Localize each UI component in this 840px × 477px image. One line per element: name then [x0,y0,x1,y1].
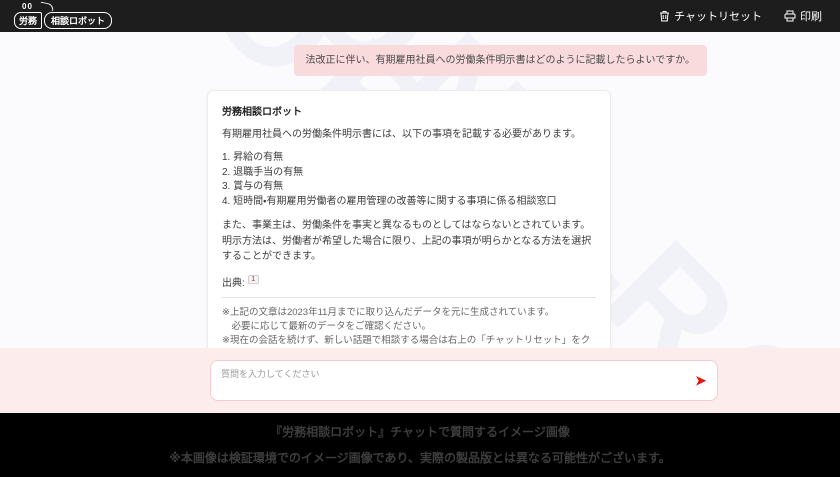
bot-name: 労務相談ロボット [222,107,302,118]
requirement-list: 昇給の有無 退職手当の有無 賞与の有無 短時間・有期雇用労働者の雇用管理の改善等… [222,151,596,209]
question-input[interactable] [221,367,677,394]
send-arrow-icon: ➤ [694,372,707,389]
page-footer: 『労務相談ロボット』チャットで質問するイメージ画像 ※本画像は検証環境でのイメー… [0,413,840,477]
logo-text-roumu: 労務 [14,11,43,29]
input-strip: ➤ [0,348,840,413]
chat-thread: 法改正に伴い、有期雇用社員への労働条件明示書はどのように記載したらよいですか。 … [207,32,707,348]
footer-caption: 『労務相談ロボット』チャットで質問するイメージ画像 [270,425,570,439]
print-button[interactable]: 印刷 [784,8,822,24]
bot-intro-text: 有期雇用社員への労働条件明示書には、以下の事項を記載する必要があります。 [222,129,581,140]
app-header: 00 労務 相談ロボット チャットリセット 印刷 [0,0,840,32]
list-item: 賞与の有無 [222,180,596,195]
logo-robot-eyes: 00 [22,1,33,11]
disclaimer-notes: ※上記の文章は2023年11月までに取り込んだデータを元に生成されています。 必… [222,306,591,347]
list-item: 昇給の有無 [222,151,596,166]
send-button[interactable]: ➤ [694,373,707,388]
footer-disclaimer: ※本画像は検証環境でのイメージ画像であり、実際の製品版とは異なる可能性がございま… [169,451,671,465]
app-logo: 00 労務 相談ロボット [14,1,113,29]
chat-reset-label: チャットリセット [674,11,762,23]
printer-icon [784,10,796,22]
source-footnote-badge[interactable]: 1 [247,275,259,285]
list-item: 短時間・有期雇用労働者の雇用管理の改善等に関する事項に係る相談窓口 [222,195,596,210]
header-actions: チャットリセット 印刷 [659,8,822,24]
logo-text-soudan-robot: 相談ロボット [44,11,113,29]
logo-robot-antenna-icon [39,1,55,11]
user-message-bubble: 法改正に伴い、有期雇用社員への労働条件明示書はどのように記載したらよいですか。 [293,45,707,76]
print-label: 印刷 [800,11,822,23]
bot-paragraph: また、事業主は、労働条件を事実と異なるものとしてはならないとされています。明示方… [222,220,592,262]
chat-reset-button[interactable]: チャットリセット [659,8,762,24]
chat-area: ROBON ROBON ROBON ROBON ROBON ROBON ROBO… [0,32,840,348]
source-label: 出典: [222,277,245,289]
source-line: 出典: 1 [222,274,596,289]
card-divider [222,296,596,298]
bot-message-card: 労務相談ロボット 有期雇用社員への労働条件明示書には、以下の事項を記載する必要が… [207,90,611,348]
question-input-box: ➤ [210,360,718,401]
trash-icon [659,10,670,22]
list-item: 退職手当の有無 [222,166,596,181]
